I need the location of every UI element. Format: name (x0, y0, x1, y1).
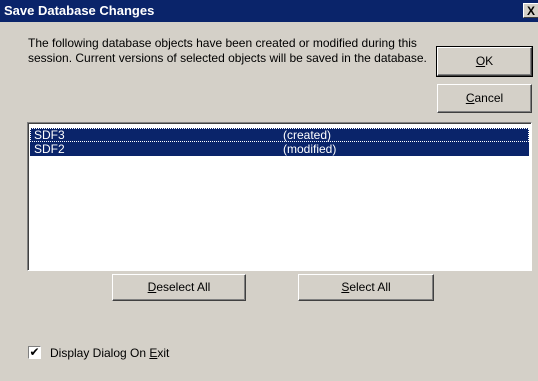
object-status: (modified) (283, 142, 337, 156)
cancel-label: ancel (474, 91, 504, 105)
dialog-title: Save Database Changes (4, 3, 155, 18)
ok-label: K (485, 54, 494, 68)
ok-accel: O (475, 54, 486, 68)
label-post: xit (157, 346, 170, 360)
objects-listbox[interactable]: SDF3 (created) SDF2 (modified) (27, 122, 532, 271)
object-name: SDF2 (34, 142, 65, 156)
deselect-label: eselect All (156, 280, 211, 294)
label-pre: Display Dialog On (50, 346, 150, 360)
close-button[interactable]: X (523, 3, 538, 18)
select-all-button[interactable]: Select All (298, 274, 434, 301)
deselect-all-button[interactable]: Deselect All (112, 274, 246, 301)
display-on-exit-checkbox[interactable]: ✔ (28, 346, 41, 359)
title-bar: Save Database Changes X (0, 0, 538, 22)
close-icon: X (526, 4, 535, 18)
select-label: elect All (349, 280, 391, 294)
object-status: (created) (283, 128, 332, 142)
cancel-button[interactable]: Cancel (437, 84, 532, 113)
list-item[interactable]: SDF2 (modified) (30, 142, 529, 156)
ok-button[interactable]: OK (436, 46, 533, 77)
display-on-exit-label[interactable]: Display Dialog On Exit (50, 346, 169, 360)
info-message: The following database objects have been… (28, 36, 427, 65)
deselect-accel: D (147, 280, 157, 294)
list-item[interactable]: SDF3 (created) (30, 128, 529, 142)
object-name: SDF3 (34, 128, 65, 142)
checkmark-icon: ✔ (29, 345, 40, 359)
